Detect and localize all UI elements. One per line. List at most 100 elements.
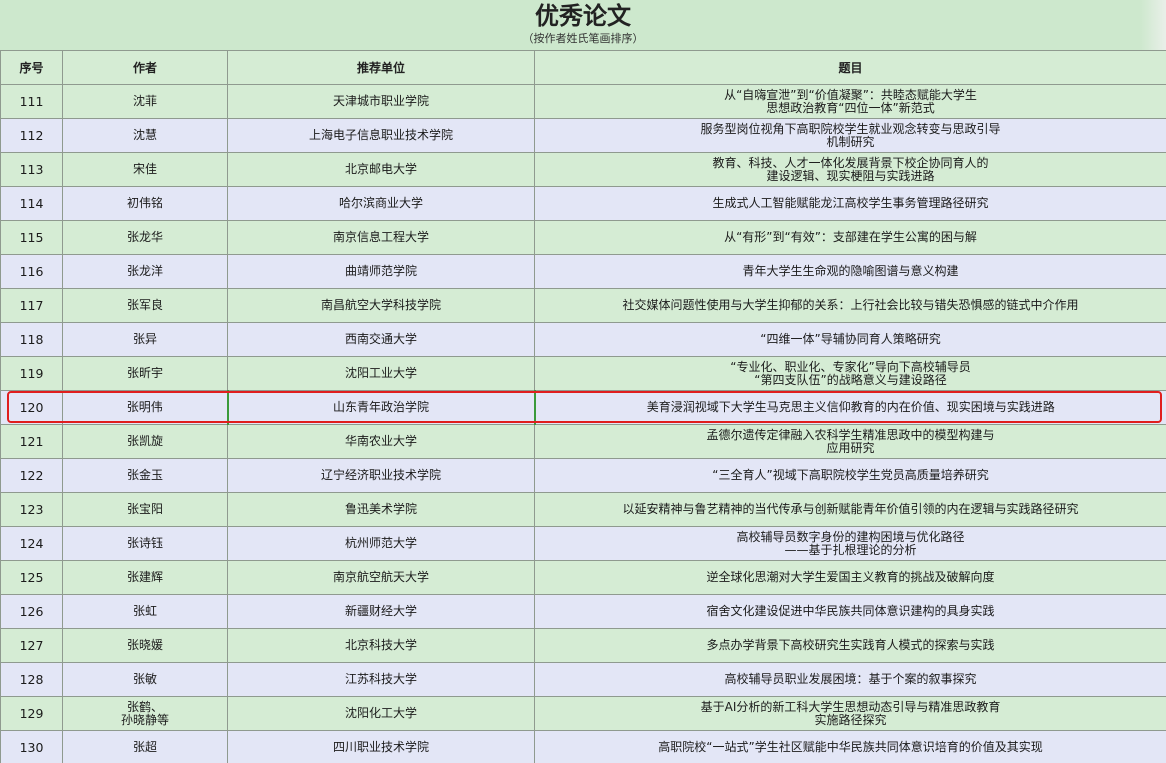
author-line: 沈菲 bbox=[132, 94, 157, 108]
author-line: 张超 bbox=[132, 740, 157, 754]
topic-line: 宿舍文化建设促进中华民族共同体意识建构的具身实践 bbox=[706, 604, 995, 618]
topic-line: ——基于扎根理论的分析 bbox=[784, 542, 917, 557]
header-seq: 序号 bbox=[0, 50, 63, 85]
author-line: 张龙华 bbox=[126, 230, 163, 244]
topic-line: 高校辅导员职业发展困境：基于个案的叙事探究 bbox=[724, 672, 977, 686]
document-page: 优秀论文 （按作者姓氏笔画排序） 序号 作者 推荐单位 题目 111 沈菲 天津城市… bbox=[0, 0, 1166, 763]
cell-unit: 山东青年政治学院 bbox=[226, 390, 536, 425]
author-line: 张昕宇 bbox=[126, 366, 163, 380]
cell-author: 张凯旋 bbox=[62, 424, 228, 459]
cell-seq: 123 bbox=[0, 492, 63, 527]
table-row[interactable]: 128 张敏 江苏科技大学 高校辅导员职业发展困境：基于个案的叙事探究 bbox=[0, 662, 1166, 697]
cell-seq: 127 bbox=[0, 628, 63, 663]
cell-seq: 125 bbox=[0, 560, 63, 595]
topic-line: “第四支队伍”的战略意义与建设路径 bbox=[754, 372, 947, 387]
cell-author: 张建辉 bbox=[62, 560, 228, 595]
cell-unit: 哈尔滨商业大学 bbox=[227, 186, 535, 221]
cell-seq: 126 bbox=[0, 594, 63, 629]
cell-author: 张昕宇 bbox=[62, 356, 228, 391]
table-row[interactable]: 130 张超 四川职业技术学院 高职院校“一站式”学生社区赋能中华民族共同体意识培育的… bbox=[0, 730, 1166, 763]
cell-topic: 高校辅导员职业发展困境：基于个案的叙事探究 bbox=[534, 662, 1166, 697]
cell-unit: 新疆财经大学 bbox=[227, 594, 535, 629]
cell-unit: 四川职业技术学院 bbox=[227, 730, 535, 763]
page-title: 优秀论文 bbox=[535, 1, 631, 30]
papers-table: 序号 作者 推荐单位 题目 111 沈菲 天津城市职业学院 从“自嗨宣泄”到“价值凝聚… bbox=[0, 50, 1166, 763]
topic-line: 青年大学生生命观的隐喻图谱与意义构建 bbox=[742, 264, 959, 278]
cell-topic: 宿舍文化建设促进中华民族共同体意识建构的具身实践 bbox=[534, 594, 1166, 629]
cell-seq: 116 bbox=[0, 254, 63, 289]
author-line: 张军良 bbox=[126, 298, 163, 312]
table-row[interactable]: 119 张昕宇 沈阳工业大学 “专业化、职业化、专家化”导向下高校辅导员 “第四支队伍”… bbox=[0, 356, 1166, 391]
cell-unit: 南京信息工程大学 bbox=[227, 220, 535, 255]
cell-topic: 高职院校“一站式”学生社区赋能中华民族共同体意识培育的价值及其实现 bbox=[534, 730, 1166, 763]
topic-line: 孟德尔遗传定律融入农科学生精准思政中的模型构建与 bbox=[706, 427, 995, 442]
author-line: 沈慧 bbox=[132, 128, 157, 142]
table-row[interactable]: 111 沈菲 天津城市职业学院 从“自嗨宣泄”到“价值凝聚”：共睦态赋能大学生 思想政治… bbox=[0, 84, 1166, 119]
cell-seq: 128 bbox=[0, 662, 63, 697]
author-line: 张虹 bbox=[132, 604, 157, 618]
author-line: 张敏 bbox=[132, 672, 157, 686]
cell-seq: 120 bbox=[0, 390, 63, 425]
table-row[interactable]: 113 宋佳 北京邮电大学 教育、科技、人才一体化发展背景下校企协同育人的 建设逻辑、现… bbox=[0, 152, 1166, 187]
cell-topic: 从“自嗨宣泄”到“价值凝聚”：共睦态赋能大学生 思想政治教育“四位一体”新范式 bbox=[534, 84, 1166, 119]
cell-topic: 青年大学生生命观的隐喻图谱与意义构建 bbox=[534, 254, 1166, 289]
scroll-shade bbox=[1140, 0, 1166, 50]
author-line: 孙晓静等 bbox=[120, 712, 169, 727]
topic-line: 思想政治教育“四位一体”新范式 bbox=[766, 100, 935, 115]
cell-unit: 西南交通大学 bbox=[227, 322, 535, 357]
cell-seq: 121 bbox=[0, 424, 63, 459]
author-line: 张宝阳 bbox=[126, 502, 163, 516]
cell-unit: 北京科技大学 bbox=[227, 628, 535, 663]
cell-author: 张龙华 bbox=[62, 220, 228, 255]
topic-line: 以延安精神与鲁艺精神的当代传承与创新赋能青年价值引领的内在逻辑与实践路径研究 bbox=[622, 502, 1079, 516]
table-row[interactable]: 122 张金玉 辽宁经济职业技术学院 “三全育人”视域下高职院校学生党员高质量培养研究 bbox=[0, 458, 1166, 493]
topic-line: “专业化、职业化、专家化”导向下高校辅导员 bbox=[730, 359, 971, 374]
cell-unit: 天津城市职业学院 bbox=[227, 84, 535, 119]
cell-author: 张晓媛 bbox=[62, 628, 228, 663]
page-subtitle: （按作者姓氏笔画排序） bbox=[522, 32, 644, 45]
cell-unit: 上海电子信息职业技术学院 bbox=[227, 118, 535, 153]
table-row[interactable]: 124 张诗钰 杭州师范大学 高校辅导员数字身份的建构困境与优化路径 ——基于扎根理论的… bbox=[0, 526, 1166, 561]
cell-unit: 曲靖师范学院 bbox=[227, 254, 535, 289]
cell-topic: 教育、科技、人才一体化发展背景下校企协同育人的 建设逻辑、现实梗阻与实践进路 bbox=[534, 152, 1166, 187]
table-row[interactable]: 118 张异 西南交通大学 “四维一体”导辅协同育人策略研究 bbox=[0, 322, 1166, 357]
table-row[interactable]: 125 张建辉 南京航空航天大学 逆全球化思潮对大学生爱国主义教育的挑战及破解向度 bbox=[0, 560, 1166, 595]
cell-unit: 沈阳化工大学 bbox=[227, 696, 535, 731]
cell-author: 张敏 bbox=[62, 662, 228, 697]
topic-line: 应用研究 bbox=[826, 440, 875, 455]
topic-line: “四维一体”导辅协同育人策略研究 bbox=[760, 332, 941, 346]
cell-seq: 117 bbox=[0, 288, 63, 323]
cell-seq: 124 bbox=[0, 526, 63, 561]
cell-author: 张龙洋 bbox=[62, 254, 228, 289]
topic-line: 逆全球化思潮对大学生爱国主义教育的挑战及破解向度 bbox=[706, 570, 995, 584]
table-row[interactable]: 127 张晓媛 北京科技大学 多点办学背景下高校研究生实践育人模式的探索与实践 bbox=[0, 628, 1166, 663]
table-row[interactable]: 120 张明伟 山东青年政治学院 美育浸润视域下大学生马克思主义信仰教育的内在价值、现… bbox=[0, 390, 1166, 425]
table-row[interactable]: 129 张鹤、 孙晓静等 沈阳化工大学 基于AI分析的新工科大学生思想动态引导与精准思政… bbox=[0, 696, 1166, 731]
cell-topic: 服务型岗位视角下高职院校学生就业观念转变与思政引导 机制研究 bbox=[534, 118, 1166, 153]
cell-author: 张异 bbox=[62, 322, 228, 357]
cell-unit: 辽宁经济职业技术学院 bbox=[227, 458, 535, 493]
cell-author: 张军良 bbox=[62, 288, 228, 323]
table-row[interactable]: 115 张龙华 南京信息工程大学 从“有形”到“有效”：支部建在学生公寓的困与解 bbox=[0, 220, 1166, 255]
cell-seq: 115 bbox=[0, 220, 63, 255]
table-row[interactable]: 123 张宝阳 鲁迅美术学院 以延安精神与鲁艺精神的当代传承与创新赋能青年价值引领的内… bbox=[0, 492, 1166, 527]
table-row[interactable]: 117 张军良 南昌航空大学科技学院 社交媒体问题性使用与大学生抑郁的关系：上行社会比… bbox=[0, 288, 1166, 323]
cell-seq: 122 bbox=[0, 458, 63, 493]
author-line: 张诗钰 bbox=[126, 536, 163, 550]
cell-author: 张宝阳 bbox=[62, 492, 228, 527]
cell-topic: 高校辅导员数字身份的建构困境与优化路径 ——基于扎根理论的分析 bbox=[534, 526, 1166, 561]
table-row[interactable]: 121 张凯旋 华南农业大学 孟德尔遗传定律融入农科学生精准思政中的模型构建与 应用研究 bbox=[0, 424, 1166, 459]
cell-author: 张虹 bbox=[62, 594, 228, 629]
table-row[interactable]: 114 初伟铭 哈尔滨商业大学 生成式人工智能赋能龙江高校学生事务管理路径研究 bbox=[0, 186, 1166, 221]
cell-topic: 美育浸润视域下大学生马克思主义信仰教育的内在价值、现实困境与实践进路 bbox=[534, 390, 1166, 425]
topic-line: 从“有形”到“有效”：支部建在学生公寓的困与解 bbox=[724, 230, 977, 244]
table-row[interactable]: 126 张虹 新疆财经大学 宿舍文化建设促进中华民族共同体意识建构的具身实践 bbox=[0, 594, 1166, 629]
header-author: 作者 bbox=[62, 50, 228, 85]
author-line: 张建辉 bbox=[126, 570, 163, 584]
cell-author: 沈慧 bbox=[62, 118, 228, 153]
cell-unit: 沈阳工业大学 bbox=[227, 356, 535, 391]
table-row[interactable]: 112 沈慧 上海电子信息职业技术学院 服务型岗位视角下高职院校学生就业观念转变与思政… bbox=[0, 118, 1166, 153]
table-row[interactable]: 116 张龙洋 曲靖师范学院 青年大学生生命观的隐喻图谱与意义构建 bbox=[0, 254, 1166, 289]
topic-line: 从“自嗨宣泄”到“价值凝聚”：共睦态赋能大学生 bbox=[724, 87, 977, 102]
cell-topic: 生成式人工智能赋能龙江高校学生事务管理路径研究 bbox=[534, 186, 1166, 221]
